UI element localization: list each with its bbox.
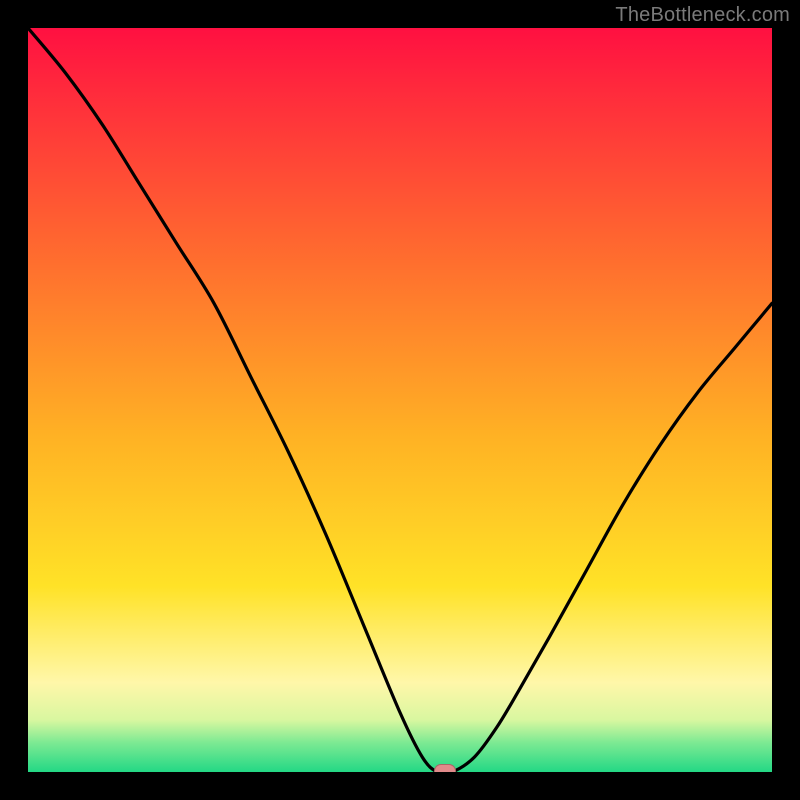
curve-path xyxy=(28,28,772,772)
watermark-text: TheBottleneck.com xyxy=(615,4,790,27)
chart-frame: TheBottleneck.com xyxy=(0,0,800,800)
bottleneck-curve xyxy=(28,28,772,772)
optimal-point-marker xyxy=(434,764,456,772)
plot-area xyxy=(28,28,772,772)
